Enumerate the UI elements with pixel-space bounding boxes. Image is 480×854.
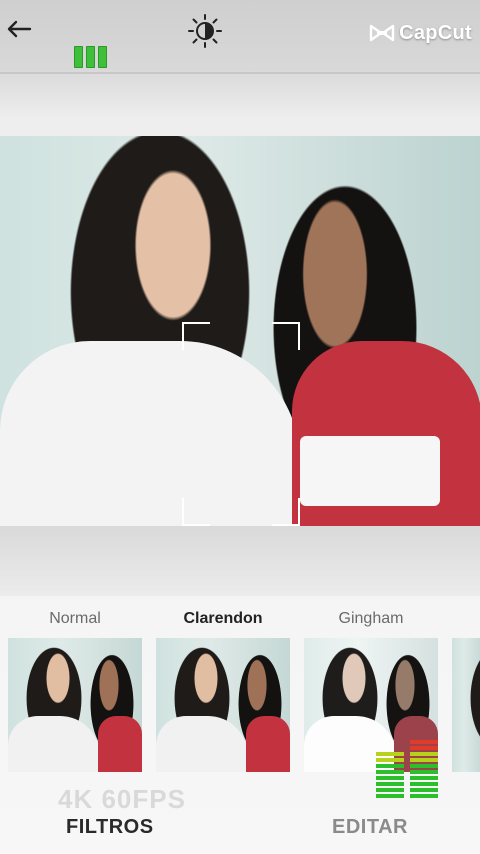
filter-thumb-clarendon[interactable] bbox=[156, 638, 290, 772]
arrow-left-icon[interactable] bbox=[4, 14, 34, 44]
white-shirt bbox=[0, 341, 300, 526]
tab-filtros[interactable]: FILTROS bbox=[66, 816, 154, 839]
filter-label-normal[interactable]: Normal bbox=[0, 610, 150, 628]
brightness-icon[interactable] bbox=[186, 12, 224, 50]
header-divider bbox=[0, 72, 480, 74]
capcut-logo: CapCut bbox=[369, 20, 472, 46]
filter-thumb-normal[interactable] bbox=[8, 638, 142, 772]
photo-preview[interactable] bbox=[0, 136, 480, 526]
capcut-brand-text: CapCut bbox=[399, 21, 472, 44]
battery-icon bbox=[74, 46, 108, 68]
capcut-mark-icon bbox=[369, 24, 395, 42]
focus-corner-br bbox=[272, 498, 300, 526]
filter-label-gingham[interactable]: Gingham bbox=[296, 610, 446, 628]
bottom-tabs: FILTROS EDITAR bbox=[0, 800, 480, 854]
focus-corner-bl bbox=[182, 498, 210, 526]
focus-corner-tr bbox=[272, 322, 300, 350]
filter-section-bg bbox=[0, 526, 480, 596]
shirt-print bbox=[300, 436, 440, 506]
audio-level-icon bbox=[376, 738, 440, 798]
filter-thumb-next[interactable] bbox=[452, 638, 480, 772]
filter-label-clarendon[interactable]: Clarendon bbox=[148, 610, 298, 628]
focus-corner-tl bbox=[182, 322, 210, 350]
tab-editar[interactable]: EDITAR bbox=[332, 816, 408, 839]
